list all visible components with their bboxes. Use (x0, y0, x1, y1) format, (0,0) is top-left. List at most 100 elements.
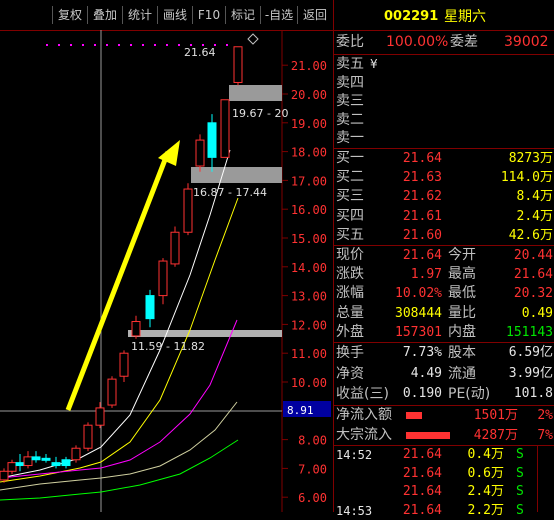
stat-label: 内盘 (448, 323, 476, 340)
stat-value: 1.97 (410, 267, 442, 283)
price-label: 11.00 (291, 347, 327, 361)
price-label: 13.00 (291, 290, 327, 304)
high-price-label: 21.64 (184, 46, 216, 59)
candle-body (119, 352, 129, 377)
stat2-value: 3.99亿 (508, 365, 553, 381)
stat-value: 21.64 (402, 248, 442, 263)
weicha-value: 39002 (504, 34, 549, 50)
overlay-button[interactable]: 叠加 (88, 5, 122, 25)
draw-line-button[interactable]: 画线 (158, 5, 192, 25)
stat-label: 总量 (336, 304, 364, 321)
tick-price: 21.64 (402, 502, 442, 518)
tick-side: S (516, 465, 524, 481)
buy-volume: 8273万 (508, 151, 553, 166)
flow-value: 4287万 (473, 427, 518, 443)
stat-label: 最高 (448, 266, 476, 283)
stock-code: 002291 (384, 9, 439, 24)
stat2-label: 净资 (336, 365, 364, 382)
tick-price: 21.64 (402, 484, 442, 499)
sell-row: 卖四 (334, 74, 554, 93)
weibi-row: 委比 100.00% 委差 39002 (334, 31, 554, 53)
buy-price: 21.64 (402, 151, 442, 166)
dotted-guide (70, 44, 72, 46)
stat2-label: 流通 (448, 365, 476, 382)
price-label: 16.00 (291, 203, 327, 217)
dotted-guide (94, 44, 96, 46)
buy-row: 买三 21.62 8.4万 (334, 187, 554, 206)
self-select-button[interactable]: -自选 (261, 5, 297, 25)
buy-price: 21.62 (402, 189, 442, 205)
candle-body (83, 424, 93, 449)
candle-body (31, 456, 41, 461)
stat2-value: 7.73% (402, 345, 442, 360)
sell-label: 卖四 (336, 74, 364, 91)
stat-label: 今开 (448, 247, 476, 263)
candle-body (145, 295, 155, 320)
kline-chart[interactable]: 21.00 20.00 19.00 18.00 17.00 16.00 15.00 14.00… (0, 30, 333, 512)
stat2-value: 6.59亿 (508, 345, 553, 360)
dotted-guide (142, 44, 144, 46)
candle-body (41, 457, 51, 461)
candle-body (158, 260, 168, 297)
flow-pct: 2% (537, 408, 553, 423)
sell-label: 卖二 (336, 111, 364, 128)
tick-volume: 2.2万 (467, 502, 504, 518)
f10-button[interactable]: F10 (193, 5, 225, 25)
candle-body (15, 462, 25, 467)
weibi-label: 委比 (336, 34, 364, 50)
candle-body (7, 462, 17, 472)
tick-price: 21.64 (402, 447, 442, 462)
sell-row: 卖五 ¥ (334, 55, 554, 74)
sell-row: 卖二 (334, 111, 554, 130)
stat2-row: 收益(三) 0.190 PE(动) 101.8 (334, 384, 554, 404)
tick-time: 14:53 (336, 503, 373, 518)
stat-value: 21.64 (513, 267, 553, 283)
price-label: 20.00 (291, 88, 327, 102)
flow-row: 净流入额 1501万 2% (334, 406, 554, 425)
stat-label: 涨幅 (336, 285, 364, 302)
candle-body (233, 46, 243, 83)
candle-body (107, 378, 117, 406)
trend-arrow-shaft (65, 151, 171, 411)
candle-body (170, 231, 180, 265)
candle-body (61, 459, 71, 467)
stat2-row: 净资 4.49 流通 3.99亿 (334, 364, 554, 384)
quote-panel: 002291 星期六 委比 100.00% 委差 39002 卖五 ¥ 卖四卖三卖二… (333, 0, 554, 518)
sell-label: 卖五 (336, 56, 364, 72)
marker-diamond-icon (247, 33, 259, 45)
price-label: 7.00 (298, 462, 327, 476)
fuquan-button[interactable]: 复权 (53, 5, 87, 25)
dotted-guide (82, 44, 84, 46)
gap-label-2: 16.87 - 17.44 (193, 186, 267, 199)
mark-button[interactable]: 标记 (226, 5, 260, 25)
buy-row: 买四 21.61 2.4万 (334, 207, 554, 226)
candle-body (95, 407, 105, 426)
dotted-guide (226, 44, 228, 46)
stock-header: 002291 星期六 (334, 6, 554, 28)
tick-side: S (516, 502, 524, 518)
price-label: 8.00 (298, 434, 327, 448)
buy-label: 买二 (336, 169, 364, 186)
statistics-button[interactable]: 统计 (123, 5, 157, 25)
sell-label: 卖三 (336, 93, 364, 109)
tick-time: 14:52 (336, 448, 373, 462)
stat2-value: 101.8 (513, 386, 553, 401)
tick-volume: 0.4万 (467, 447, 504, 462)
candle-body (51, 462, 61, 467)
buy-label: 买一 (336, 150, 364, 166)
stat2-label: 换手 (336, 345, 364, 361)
stat-row: 外盘 157301 内盘 151143 (334, 323, 554, 342)
stat-label: 最低 (448, 285, 476, 302)
buy-volume: 8.4万 (516, 189, 553, 205)
price-label: 19.00 (291, 117, 327, 131)
chart-toolbar: 复权 叠加 统计 画线 F10 标记 -自选 返回 (0, 0, 333, 31)
price-label: 6.00 (298, 491, 327, 505)
dotted-guide (106, 44, 108, 46)
gap-zone-3 (128, 330, 282, 337)
back-button[interactable]: 返回 (298, 5, 332, 25)
candle-body (220, 99, 230, 158)
gap-zone-1 (229, 85, 282, 101)
stat-value: 20.32 (513, 286, 553, 302)
dotted-guide (58, 44, 60, 46)
buy-row: 买二 21.63 114.0万 (334, 168, 554, 187)
